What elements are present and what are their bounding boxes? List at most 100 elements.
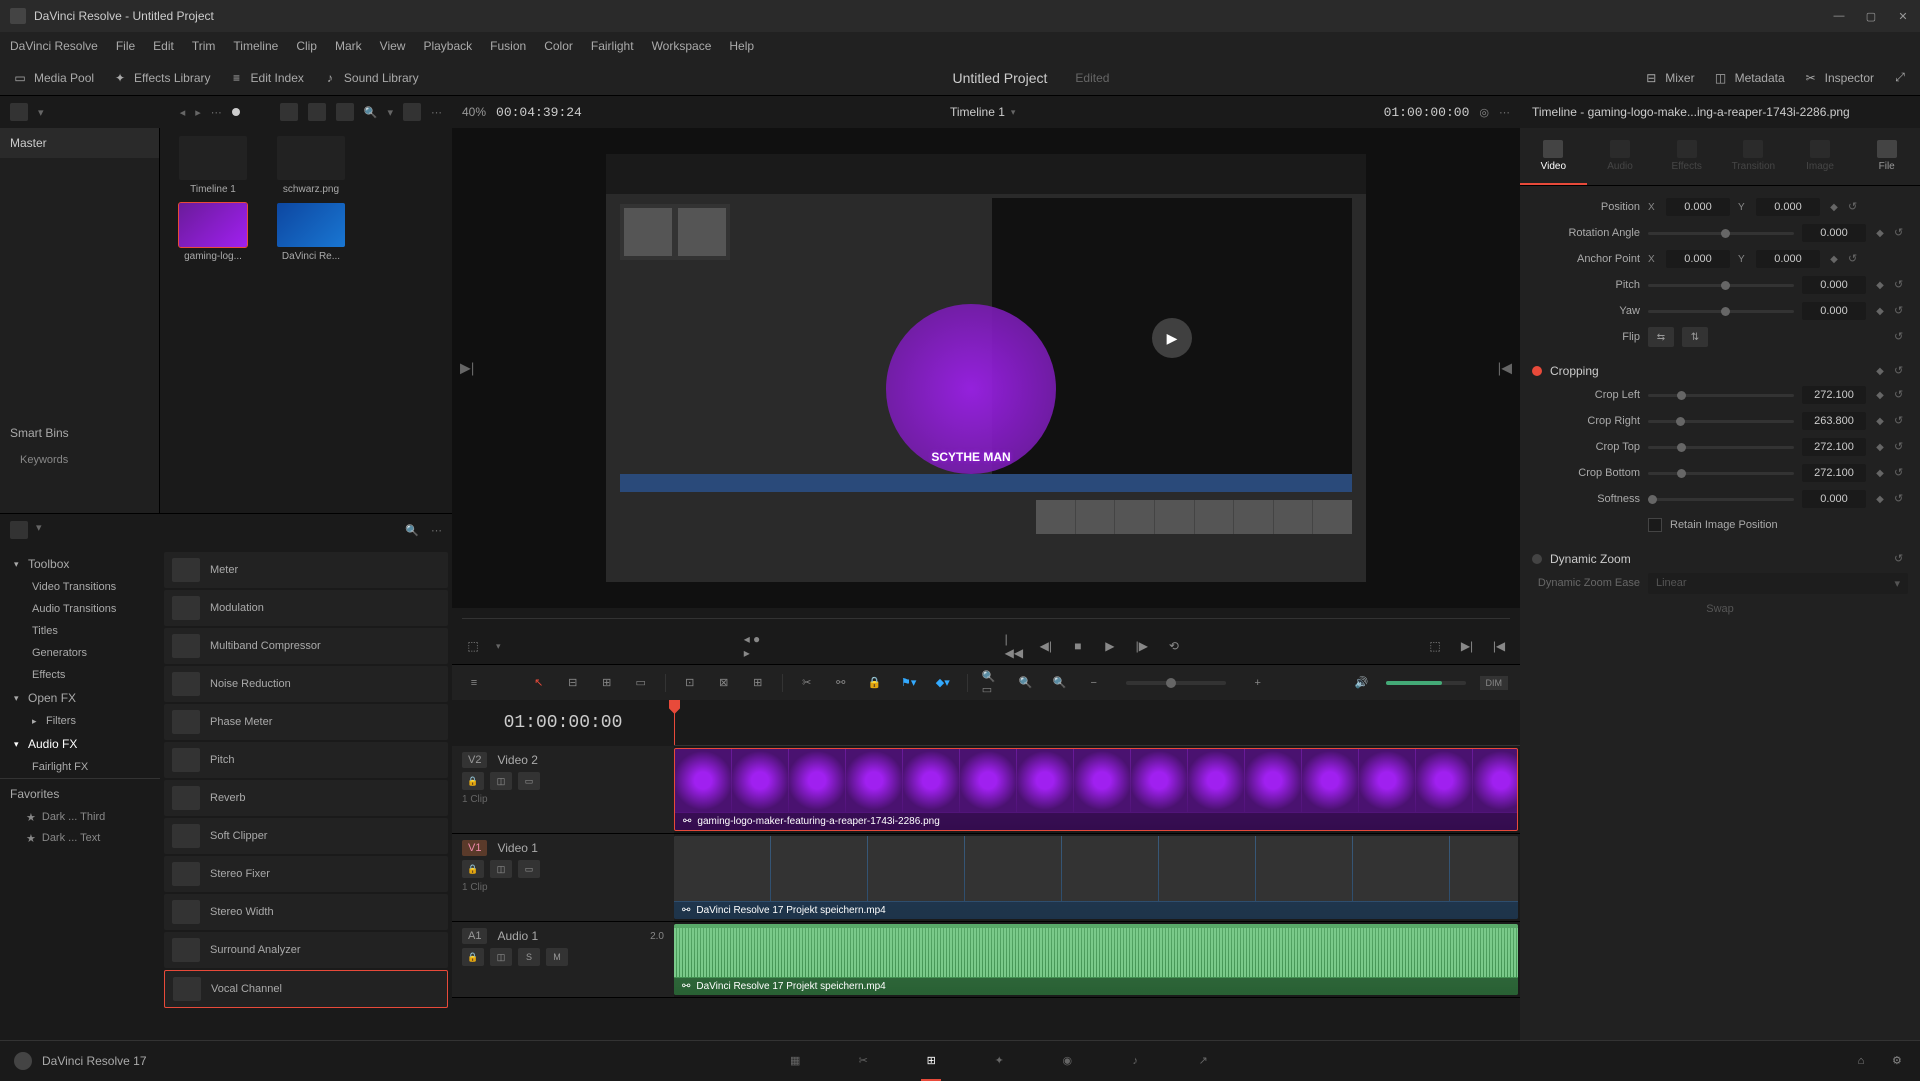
fx-cat-generators[interactable]: Generators xyxy=(0,642,160,664)
flip-h-button[interactable]: ⇆ xyxy=(1648,327,1674,347)
keyframe-button[interactable]: ◆ xyxy=(1874,279,1886,291)
sort-chevron-icon[interactable]: ▾ xyxy=(387,106,393,119)
section-enable-dot[interactable] xyxy=(1532,554,1542,564)
menu-color[interactable]: Color xyxy=(544,39,573,53)
fx-vocal-channel[interactable]: Vocal Channel xyxy=(164,970,448,1008)
menu-timeline[interactable]: Timeline xyxy=(233,39,278,53)
fx-meter[interactable]: Meter xyxy=(164,552,448,588)
yaw-slider[interactable] xyxy=(1648,310,1794,313)
track-lock-button[interactable]: 🔒 xyxy=(462,772,484,790)
fullscreen-button[interactable]: ⬚ xyxy=(1426,637,1444,655)
replace-button[interactable]: ⊞ xyxy=(748,674,768,692)
track-disable-button[interactable]: ▭ xyxy=(518,772,540,790)
track-header-a1[interactable]: A1 Audio 1 2.0 🔒 ◫ S M xyxy=(452,922,674,997)
playhead[interactable] xyxy=(674,700,675,745)
mute-button[interactable]: M xyxy=(546,948,568,966)
dynamic-trim-tool[interactable]: ⊞ xyxy=(597,674,617,692)
next-clip-handle[interactable]: |◀ xyxy=(1498,360,1512,377)
fx-pitch[interactable]: Pitch xyxy=(164,742,448,778)
menu-view[interactable]: View xyxy=(380,39,406,53)
crop-bottom-field[interactable]: 272.100 xyxy=(1802,464,1866,482)
page-deliver[interactable]: ↗ xyxy=(1191,1049,1215,1073)
position-y-field[interactable]: 0.000 xyxy=(1756,198,1820,216)
page-fairlight[interactable]: ♪ xyxy=(1123,1049,1147,1073)
track-auto-button[interactable]: ◫ xyxy=(490,948,512,966)
inspector-tab-audio[interactable]: Audio xyxy=(1587,128,1654,185)
reset-button[interactable]: ↺ xyxy=(1894,492,1908,506)
thumb-view-button[interactable] xyxy=(280,103,298,121)
section-enable-dot[interactable] xyxy=(1532,366,1542,376)
menu-file[interactable]: File xyxy=(116,39,135,53)
search-icon[interactable]: 🔍 xyxy=(364,106,378,119)
target-icon[interactable]: ◎ xyxy=(1479,106,1489,119)
fx-stereo-fixer[interactable]: Stereo Fixer xyxy=(164,856,448,892)
clip-schwarz[interactable]: schwarz.png xyxy=(266,136,356,195)
viewer-timeline-name[interactable]: Timeline 1 xyxy=(950,105,1005,119)
go-end-button[interactable]: ▶| xyxy=(1458,637,1476,655)
inspector-tab-video[interactable]: Video xyxy=(1520,128,1587,185)
favorite-item[interactable]: ★Dark ... Text xyxy=(10,828,150,849)
clip-v1[interactable]: ⚯DaVinci Resolve 17 Projekt speichern.mp… xyxy=(674,836,1518,919)
overwrite-button[interactable]: ⊠ xyxy=(714,674,734,692)
effects-library-toggle[interactable]: ✦Effects Library xyxy=(112,70,210,86)
crop-tool[interactable]: ⬚ xyxy=(464,637,482,655)
keywords-bin[interactable]: Keywords xyxy=(0,448,159,472)
grid-view-button[interactable] xyxy=(308,103,326,121)
keyframe-button[interactable]: ◆ xyxy=(1874,305,1886,317)
keyframe-button[interactable]: ◆ xyxy=(1874,365,1886,377)
media-pool-toggle[interactable]: ▭Media Pool xyxy=(12,70,94,86)
clip-gaming-logo[interactable]: gaming-log... xyxy=(168,203,258,262)
softness-field[interactable]: 0.000 xyxy=(1802,490,1866,508)
fx-surround-analyzer[interactable]: Surround Analyzer xyxy=(164,932,448,968)
keyframe-button[interactable]: ◆ xyxy=(1874,493,1886,505)
viewer[interactable]: ▶| |◀ xyxy=(452,128,1520,608)
prev-clip-handle[interactable]: ▶| xyxy=(460,360,474,377)
viewer-tc-left[interactable]: 00:04:39:24 xyxy=(496,105,582,120)
menu-trim[interactable]: Trim xyxy=(192,39,216,53)
reset-button[interactable]: ↺ xyxy=(1848,200,1862,214)
fx-cat-audio-trans[interactable]: Audio Transitions xyxy=(0,598,160,620)
reset-button[interactable]: ↺ xyxy=(1894,364,1908,378)
zoom-slider[interactable] xyxy=(1126,681,1226,685)
softness-slider[interactable] xyxy=(1648,498,1794,501)
reset-button[interactable]: ↺ xyxy=(1894,552,1908,566)
menu-workspace[interactable]: Workspace xyxy=(652,39,712,53)
fx-reverb[interactable]: Reverb xyxy=(164,780,448,816)
bin-view-button[interactable] xyxy=(10,103,28,121)
clip-a1[interactable]: ⚯DaVinci Resolve 17 Projekt speichern.mp… xyxy=(674,924,1518,995)
crop-left-slider[interactable] xyxy=(1648,394,1794,397)
reset-button[interactable]: ↺ xyxy=(1894,330,1908,344)
viewer-tc-right[interactable]: 01:00:00:00 xyxy=(1384,105,1470,120)
inspector-toggle[interactable]: ✂Inspector xyxy=(1803,70,1874,86)
next-frame-button[interactable]: |▶ xyxy=(1133,637,1151,655)
go-last-button[interactable]: |◀ xyxy=(1490,637,1508,655)
lock-button[interactable]: 🔒 xyxy=(865,674,885,692)
yaw-field[interactable]: 0.000 xyxy=(1802,302,1866,320)
chevron-down-icon[interactable]: ▾ xyxy=(36,521,42,539)
keyframe-button[interactable]: ◆ xyxy=(1874,389,1886,401)
zoom-in-button[interactable]: + xyxy=(1248,674,1268,692)
timeline-ruler[interactable] xyxy=(674,700,1520,746)
menu-mark[interactable]: Mark xyxy=(335,39,362,53)
fx-soft-clipper[interactable]: Soft Clipper xyxy=(164,818,448,854)
track-lock-button[interactable]: 🔒 xyxy=(462,860,484,878)
volume-slider[interactable] xyxy=(1386,681,1466,685)
track-lock-button[interactable]: 🔒 xyxy=(462,948,484,966)
reset-button[interactable]: ↺ xyxy=(1894,440,1908,454)
zoom-detail-button[interactable]: 🔍 xyxy=(1050,674,1070,692)
flag-button[interactable]: ⚑▾ xyxy=(899,674,919,692)
position-x-field[interactable]: 0.000 xyxy=(1666,198,1730,216)
track-auto-button[interactable]: ◫ xyxy=(490,860,512,878)
flip-v-button[interactable]: ⇅ xyxy=(1682,327,1708,347)
track-header-v2[interactable]: V2 Video 2 🔒 ◫ ▭ 1 Clip xyxy=(452,746,674,833)
crop-top-field[interactable]: 272.100 xyxy=(1802,438,1866,456)
zoom-out-button[interactable]: − xyxy=(1084,674,1104,692)
timeline-view-button[interactable]: ≡ xyxy=(464,674,484,692)
fx-modulation[interactable]: Modulation xyxy=(164,590,448,626)
inspector-tab-transition[interactable]: Transition xyxy=(1720,128,1787,185)
inspector-tab-image[interactable]: Image xyxy=(1787,128,1854,185)
zoom-custom-button[interactable]: 🔍 xyxy=(1016,674,1036,692)
fx-multiband[interactable]: Multiband Compressor xyxy=(164,628,448,664)
link-button[interactable]: ⚯ xyxy=(831,674,851,692)
keyframe-button[interactable]: ◆ xyxy=(1828,201,1840,213)
